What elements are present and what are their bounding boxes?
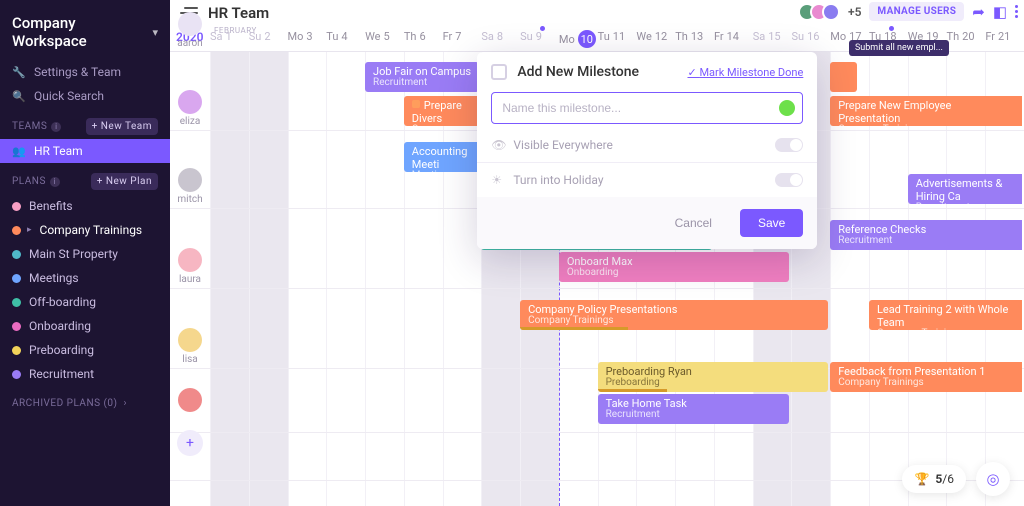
add-milestone-popover: Add New Milestone Mark Milestone Done 👁 … [477,52,817,249]
chevron-right-icon: › [124,398,128,409]
avatar [178,248,202,272]
add-person-button[interactable]: + [177,430,203,456]
info-icon[interactable]: i [51,122,61,132]
chevron-down-icon: ▾ [152,26,158,39]
plan-item[interactable]: Meetings [0,266,170,290]
plan-color-dot [12,202,21,211]
plan-color-dot [12,274,21,283]
plan-item[interactable]: Benefits [0,194,170,218]
plan-label: Off-boarding [29,295,96,309]
person-name: aaron [170,38,210,49]
settings-team-link[interactable]: 🔧 Settings & Team [0,60,170,84]
locate-button[interactable]: ◎ [976,462,1010,496]
avatar [178,12,202,36]
option-label: Visible Everywhere [513,138,613,152]
milestone-checkbox[interactable] [491,64,507,80]
person-name: mitch [170,194,210,205]
milestone-name-input[interactable] [491,92,803,124]
sun-icon: ☀ [491,173,505,187]
people-column: aaron eliza mitch laura lisa + [170,0,210,506]
plan-color-dot [12,250,21,259]
person[interactable]: eliza [170,90,210,127]
plan-color-dot [12,370,21,379]
main-area: HR Team +5 MANAGE USERS ➦ ◧ 2020 FEBRUAR… [170,0,1024,506]
info-icon[interactable]: i [50,177,60,187]
plan-label: Onboarding [29,319,91,333]
wrench-icon: 🔧 [12,66,26,79]
person[interactable]: lisa [170,328,210,365]
team-label: HR Team [34,144,83,158]
archived-label: ARCHIVED PLANS (0) [12,398,118,409]
plans-section-header: PLANS i + New Plan [0,163,170,194]
plan-color-dot [12,226,21,235]
score-pill[interactable]: 🏆 5/6 [902,465,966,493]
avatar [178,90,202,114]
plan-item[interactable]: Main St Property [0,242,170,266]
trophy-icon: 🏆 [914,472,929,486]
person[interactable]: mitch [170,168,210,205]
person[interactable] [170,388,210,412]
person[interactable]: laura [170,248,210,285]
milestone-tooltip: Submit all new empl... [849,40,949,56]
plan-item[interactable]: ▸ Company Trainings [0,218,170,242]
settings-label: Settings & Team [34,65,121,79]
plan-item[interactable]: Preboarding [0,338,170,362]
task-bar[interactable] [830,62,857,92]
save-button[interactable]: Save [740,209,803,237]
plan-label: Meetings [29,271,79,285]
mark-done-link[interactable]: Mark Milestone Done [687,66,803,79]
avatar [178,388,202,412]
avatar [178,328,202,352]
toggle[interactable] [775,173,803,187]
team-item-hr[interactable]: 👥 HR Team [0,139,170,163]
sidebar: Company Workspace ▾ 🔧 Settings & Team 🔍 … [0,0,170,506]
color-picker[interactable] [779,100,795,116]
eye-icon: 👁 [491,138,505,152]
search-icon: 🔍 [12,90,26,103]
new-team-button[interactable]: + New Team [86,118,158,135]
people-icon: 👥 [12,145,26,158]
plan-label: Main St Property [29,247,118,261]
teams-section-header: TEAMS i + New Team [0,108,170,139]
plan-color-dot [12,298,21,307]
plans-label: PLANS [12,176,46,187]
plan-item[interactable]: Onboarding [0,314,170,338]
visible-everywhere-option[interactable]: 👁 Visible Everywhere [477,128,817,162]
cancel-button[interactable]: Cancel [657,209,730,237]
score-total: /6 [942,472,954,486]
plan-item[interactable]: Recruitment [0,362,170,386]
search-label: Quick Search [34,89,104,103]
toggle[interactable] [775,138,803,152]
archived-plans[interactable]: ARCHIVED PLANS (0) › [0,386,170,421]
person[interactable]: aaron [170,12,210,49]
avatar [178,168,202,192]
new-plan-button[interactable]: + New Plan [91,173,158,190]
plan-label: Benefits [29,199,73,213]
person-name: laura [170,274,210,285]
workspace-switcher[interactable]: Company Workspace ▾ [0,8,170,60]
plan-color-dot [12,346,21,355]
option-label: Turn into Holiday [513,173,603,187]
person-name: lisa [170,354,210,365]
plan-label: Preboarding [29,343,94,357]
plan-item[interactable]: Off-boarding [0,290,170,314]
quick-search[interactable]: 🔍 Quick Search [0,84,170,108]
workspace-name: Company Workspace [12,14,152,50]
plan-label: Recruitment [29,367,94,381]
chevron-right-icon: ▸ [27,225,32,235]
popover-title: Add New Milestone [517,64,677,80]
plan-color-dot [12,322,21,331]
teams-label: TEAMS [12,121,47,132]
footer-widgets: 🏆 5/6 ◎ [902,462,1010,496]
person-name: eliza [170,116,210,127]
turn-into-holiday-option[interactable]: ☀ Turn into Holiday [477,163,817,197]
plan-label: Company Trainings [40,223,143,237]
